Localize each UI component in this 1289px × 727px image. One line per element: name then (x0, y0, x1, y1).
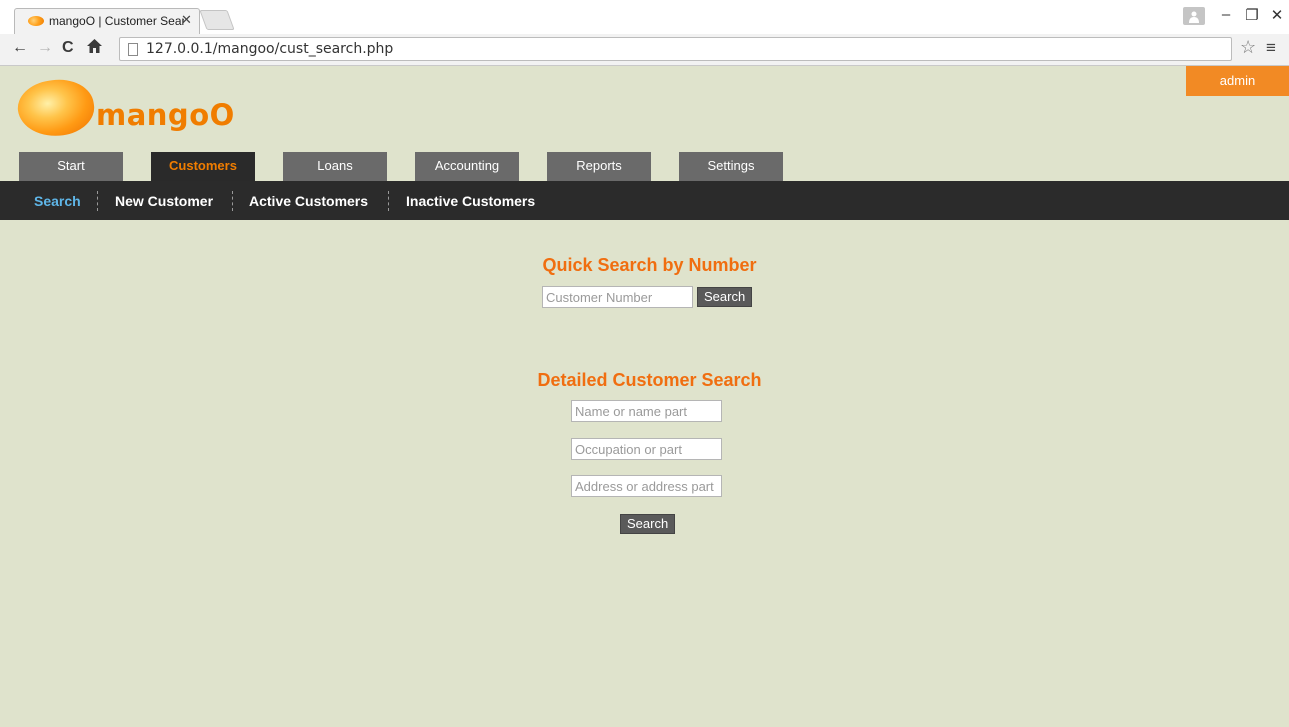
address-bar[interactable]: 127.0.0.1/mangoo/cust_search.php (119, 37, 1232, 61)
tab-customers[interactable]: Customers (151, 152, 255, 181)
mango-logo-icon (14, 74, 98, 142)
subnav-divider (97, 191, 98, 211)
profile-button[interactable] (1183, 7, 1205, 25)
name-input[interactable] (571, 400, 722, 422)
close-window-icon[interactable]: ✕ (1262, 6, 1289, 24)
new-tab-button[interactable] (199, 10, 235, 30)
user-badge[interactable]: admin (1186, 66, 1289, 96)
tab-reports[interactable]: Reports (547, 152, 651, 181)
back-arrow-icon[interactable]: ← (12, 39, 28, 57)
bookmark-star-icon[interactable]: ☆ (1240, 37, 1256, 58)
quick-search-title: Quick Search by Number (542, 255, 757, 275)
subnav-divider (232, 191, 233, 211)
detailed-search-button[interactable]: Search (620, 514, 676, 534)
url-text: 127.0.0.1/mangoo/cust_search.php (146, 41, 394, 57)
close-tab-icon[interactable]: ✕ (181, 12, 192, 28)
browser-toolbar: ← → C 127.0.0.1/mangoo/cust_search.php ☆… (0, 34, 1289, 66)
detailed-search-title: Detailed Customer Search (537, 370, 762, 390)
hamburger-menu-icon[interactable]: ≡ (1266, 38, 1276, 58)
occupation-input[interactable] (571, 438, 722, 460)
subnav-search[interactable]: Search (34, 181, 81, 220)
subnav-new-customer[interactable]: New Customer (115, 181, 213, 220)
tab-title: mangoO | Customer Searc (49, 14, 184, 28)
page-icon (128, 43, 138, 56)
address-input[interactable] (571, 475, 722, 497)
reload-icon[interactable]: C (62, 39, 74, 57)
home-icon[interactable] (87, 39, 102, 58)
forward-arrow-icon[interactable]: → (37, 39, 53, 57)
tab-accounting[interactable]: Accounting (415, 152, 519, 181)
sub-nav: Search New Customer Active Customers Ina… (0, 181, 1289, 220)
tab-settings[interactable]: Settings (679, 152, 783, 181)
logo-text: mangoO (96, 98, 235, 132)
tab-strip: mangoO | Customer Searc ✕ – ❐ ✕ (0, 0, 1289, 34)
browser-tab[interactable]: mangoO | Customer Searc ✕ (14, 8, 200, 34)
tab-loans[interactable]: Loans (283, 152, 387, 181)
tab-start[interactable]: Start (19, 152, 123, 181)
customer-number-input[interactable] (542, 286, 693, 308)
subnav-active-customers[interactable]: Active Customers (249, 181, 368, 220)
browser-chrome: mangoO | Customer Searc ✕ – ❐ ✕ ← → C 12… (0, 0, 1289, 66)
person-icon (1189, 10, 1199, 23)
quick-search-button[interactable]: Search (697, 287, 753, 307)
subnav-divider (388, 191, 389, 211)
subnav-inactive-customers[interactable]: Inactive Customers (406, 181, 535, 220)
mango-favicon-icon (28, 16, 44, 26)
